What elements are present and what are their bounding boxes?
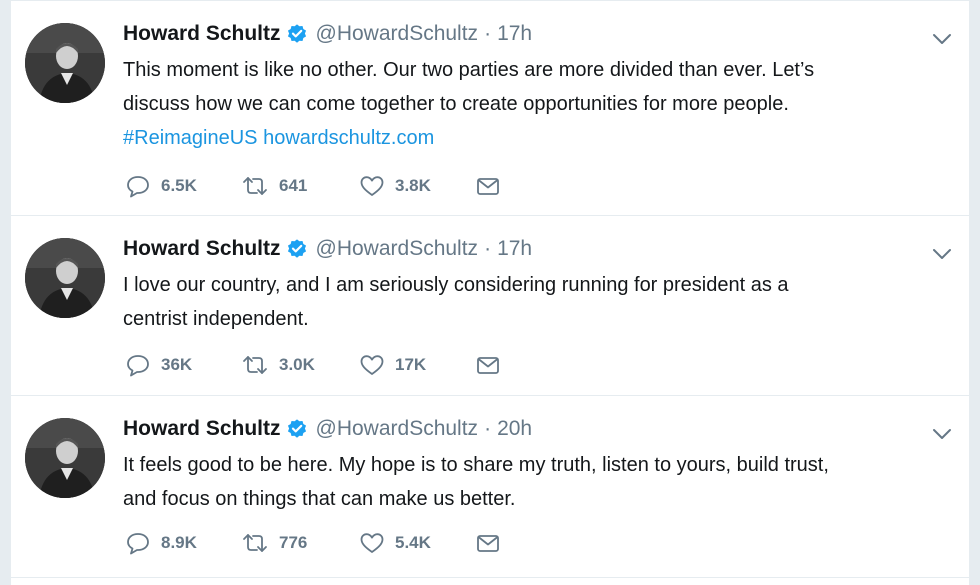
- chevron-down-icon[interactable]: [929, 424, 955, 444]
- url-link[interactable]: howardschultz.com: [263, 127, 434, 149]
- like-button[interactable]: 3.8K: [359, 172, 441, 200]
- verified-badge-icon: [286, 238, 308, 260]
- direct-message-button[interactable]: [475, 529, 501, 557]
- tweet-text-line: It feels good to be here. My hope is to …: [123, 454, 829, 476]
- heart-icon: [360, 355, 384, 375]
- retweet-icon: [243, 534, 267, 552]
- avatar[interactable]: [25, 238, 105, 318]
- tweet-text: I love our country, and I am seriously c…: [123, 268, 943, 336]
- retweet-button[interactable]: 776: [241, 529, 325, 557]
- chevron-down-icon[interactable]: [929, 29, 955, 49]
- tweet[interactable]: Howard Schultz @HowardSchultz · 20h It f…: [11, 396, 969, 578]
- retweet-count: 776: [279, 533, 308, 552]
- avatar[interactable]: [25, 418, 105, 498]
- like-count: 17K: [395, 355, 427, 374]
- tweet-actions: 8.9K 776 5.4K: [125, 529, 535, 557]
- reply-button[interactable]: 6.5K: [125, 172, 207, 200]
- timestamp[interactable]: 17h: [497, 22, 532, 46]
- tweet-text-line: #ReimagineUS howardschultz.com: [123, 121, 943, 155]
- tweet-actions: 36K 3.0K 17K: [125, 351, 535, 379]
- tweet-text: It feels good to be here. My hope is to …: [123, 448, 943, 516]
- tweet-text-line: discuss how we can come together to crea…: [123, 93, 789, 115]
- reply-count: 36K: [161, 355, 193, 374]
- like-button[interactable]: 17K: [359, 351, 441, 379]
- envelope-icon: [477, 357, 499, 374]
- reply-button[interactable]: 8.9K: [125, 529, 207, 557]
- tweet-actions: 6.5K 641 3.8K: [125, 172, 535, 200]
- reply-icon: [127, 355, 149, 377]
- reply-button[interactable]: 36K: [125, 351, 207, 379]
- tweet-text-line: This moment is like no other. Our two pa…: [123, 59, 815, 81]
- reply-count: 8.9K: [161, 533, 197, 552]
- direct-message-button[interactable]: [475, 172, 501, 200]
- author-handle[interactable]: @HowardSchultz: [316, 237, 479, 261]
- author-name[interactable]: Howard Schultz: [123, 237, 281, 261]
- like-button[interactable]: 5.4K: [359, 529, 441, 557]
- tweet-header: Howard Schultz @HowardSchultz · 17h: [123, 19, 532, 49]
- retweet-button[interactable]: 3.0K: [241, 351, 325, 379]
- chevron-down-icon[interactable]: [929, 244, 955, 264]
- tweet-text-line: I love our country, and I am seriously c…: [123, 274, 789, 296]
- tweet[interactable]: Howard Schultz @HowardSchultz · 17h This…: [11, 0, 969, 216]
- tweet-header: Howard Schultz @HowardSchultz · 20h: [123, 414, 532, 444]
- like-count: 3.8K: [395, 176, 431, 195]
- retweet-count: 641: [279, 176, 308, 195]
- tweet-text: This moment is like no other. Our two pa…: [123, 53, 943, 155]
- retweet-icon: [243, 356, 267, 374]
- envelope-icon: [477, 535, 499, 552]
- timestamp[interactable]: 20h: [497, 417, 532, 441]
- timestamp[interactable]: 17h: [497, 237, 532, 261]
- hashtag-link[interactable]: #ReimagineUS: [123, 127, 258, 149]
- verified-badge-icon: [286, 23, 308, 45]
- retweet-count: 3.0K: [279, 355, 315, 374]
- separator-dot: ·: [484, 237, 492, 260]
- separator-dot: ·: [484, 22, 492, 45]
- heart-icon: [360, 533, 384, 553]
- retweet-button[interactable]: 641: [241, 172, 325, 200]
- like-count: 5.4K: [395, 533, 431, 552]
- reply-icon: [127, 176, 149, 198]
- reply-count: 6.5K: [161, 176, 197, 195]
- author-name[interactable]: Howard Schultz: [123, 22, 281, 46]
- heart-icon: [360, 176, 384, 196]
- envelope-icon: [477, 178, 499, 195]
- timeline: Howard Schultz @HowardSchultz · 17h This…: [10, 0, 970, 585]
- author-handle[interactable]: @HowardSchultz: [316, 417, 479, 441]
- tweet-text-line: centrist independent.: [123, 308, 309, 330]
- tweet-header: Howard Schultz @HowardSchultz · 17h: [123, 234, 532, 264]
- avatar[interactable]: [25, 23, 105, 103]
- author-handle[interactable]: @HowardSchultz: [316, 22, 479, 46]
- tweet[interactable]: Howard Schultz @HowardSchultz · 17h I lo…: [11, 216, 969, 396]
- direct-message-button[interactable]: [475, 351, 501, 379]
- verified-badge-icon: [286, 418, 308, 440]
- tweet-text-line: and focus on things that can make us bet…: [123, 488, 516, 510]
- separator-dot: ·: [484, 417, 492, 440]
- author-name[interactable]: Howard Schultz: [123, 417, 281, 441]
- retweet-icon: [243, 177, 267, 195]
- reply-icon: [127, 533, 149, 555]
